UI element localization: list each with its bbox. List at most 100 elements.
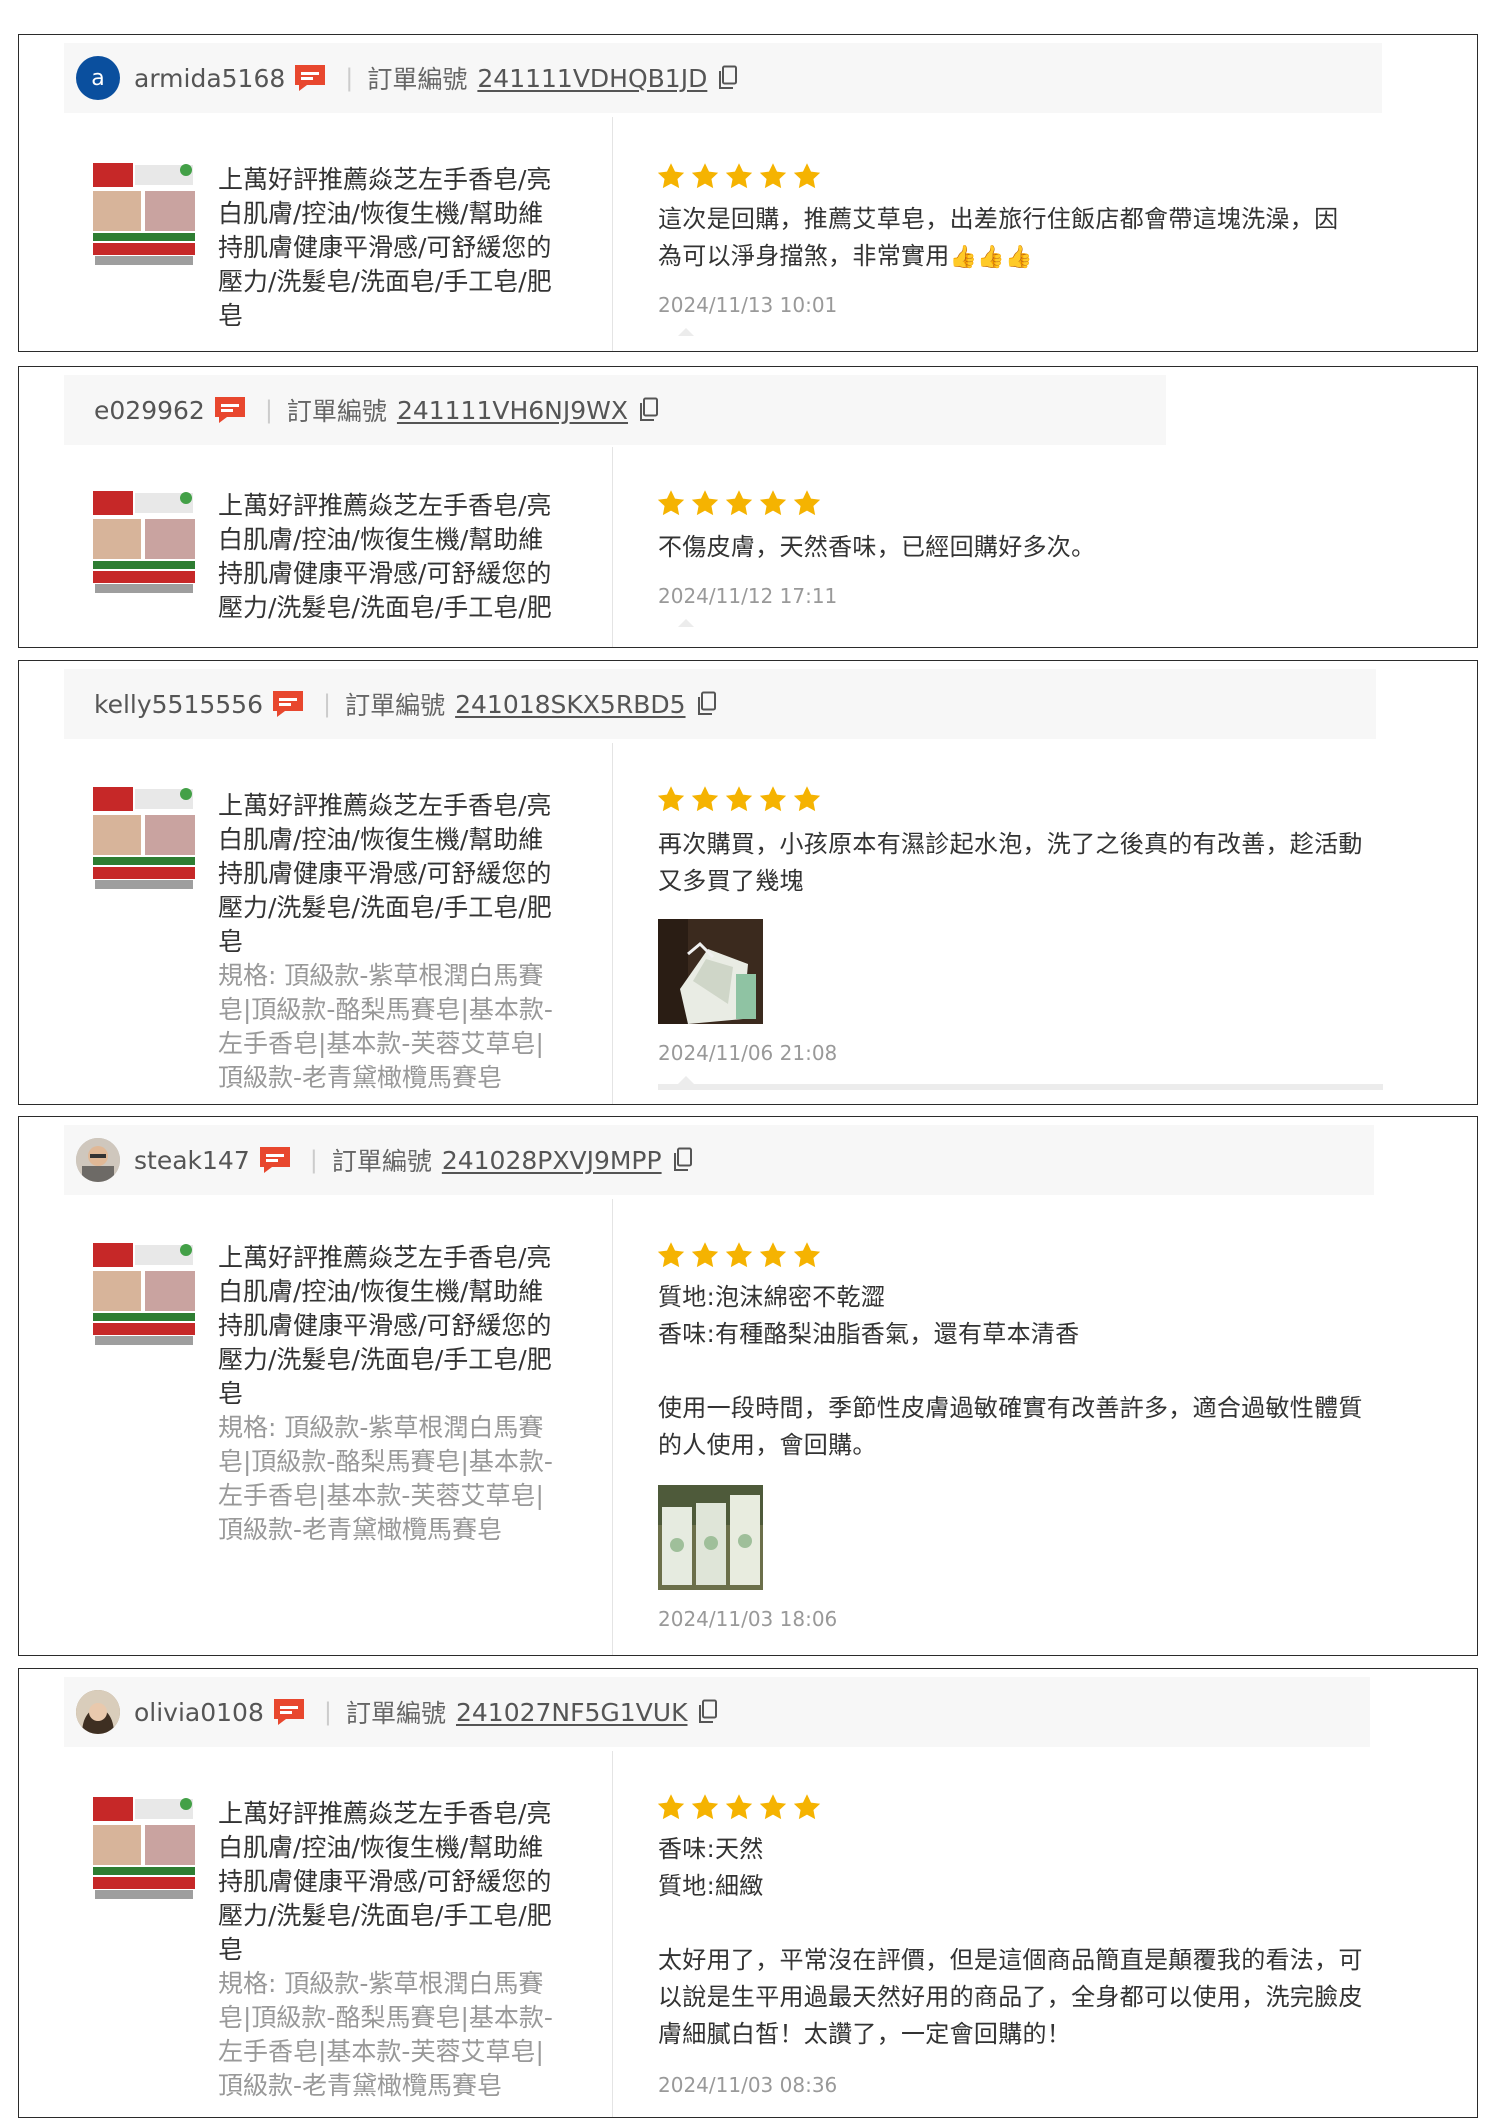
star-icon: [657, 786, 685, 812]
avatar[interactable]: [76, 1138, 120, 1182]
divider: |: [323, 690, 332, 718]
star-icon: [725, 1242, 753, 1268]
star-icon: [759, 1242, 787, 1268]
review-text: 不傷皮膚，天然香味，已經回購好多次。: [658, 533, 1096, 561]
product-name: 上萬好評推薦焱芝左手香皂/亮白肌膚/控油/恢復生機/幫助維持肌膚健康平滑感/可舒…: [218, 491, 552, 622]
avatar-letter: a: [91, 65, 105, 91]
review-text: 再次購買，小孩原本有濕診起水泡，洗了之後真的有改善，趁活動又多買了幾塊: [658, 830, 1363, 895]
order-label: 訂單編號: [345, 1699, 446, 1728]
thumbs-up-emoji: 👍👍👍: [949, 245, 1033, 270]
copy-icon[interactable]: [638, 397, 660, 423]
rating-stars: [656, 1793, 822, 1821]
star-icon: [725, 163, 753, 189]
chat-icon[interactable]: [272, 1697, 306, 1727]
review-header: e029962 | 訂單編號 241111VH6NJ9WX: [64, 375, 1166, 445]
column-divider: [612, 743, 613, 1104]
product-name: 上萬好評推薦焱芝左手香皂/亮白肌膚/控油/恢復生機/幫助維持肌膚健康平滑感/可舒…: [218, 1243, 552, 1408]
divider: |: [309, 1146, 318, 1174]
review-date: 2024/11/06 21:08: [658, 1041, 838, 1065]
review-date: 2024/11/13 10:01: [658, 293, 838, 317]
copy-icon[interactable]: [696, 691, 718, 717]
avatar[interactable]: a: [76, 56, 120, 100]
review-header: a armida5168 | 訂單編號 241111VDHQB1JD: [64, 43, 1382, 113]
username[interactable]: armida5168: [134, 64, 285, 93]
star-icon: [793, 786, 821, 812]
avatar-photo: [76, 1138, 120, 1182]
review-card: e029962 | 訂單編號 241111VH6NJ9WX 上萬好評推薦焱芝左手…: [18, 366, 1478, 648]
rating-stars: [656, 785, 822, 813]
order-id-link[interactable]: 241018SKX5RBD5: [455, 690, 685, 719]
chat-icon[interactable]: [213, 395, 247, 425]
star-icon: [793, 1242, 821, 1268]
review-card: a armida5168 | 訂單編號 241111VDHQB1JD 上萬好評推…: [18, 34, 1478, 352]
star-icon: [691, 490, 719, 516]
product-spec: 規格: 頂級款-紫草根潤白馬賽皂|頂級款-酪梨馬賽皂|基本款-左手香皂|基本款-…: [218, 961, 553, 1092]
star-icon: [759, 1794, 787, 1820]
rating-stars: [656, 489, 822, 517]
copy-icon[interactable]: [697, 1699, 719, 1725]
order-label: 訂單編號: [331, 1147, 432, 1176]
column-divider: [612, 447, 613, 647]
product-title[interactable]: 上萬好評推薦焱芝左手香皂/亮白肌膚/控油/恢復生機/幫助維持肌膚健康平滑感/可舒…: [218, 1241, 568, 1547]
order-id-link[interactable]: 241027NF5G1VUK: [456, 1698, 688, 1727]
username[interactable]: kelly5515556: [94, 690, 263, 719]
product-thumbnail[interactable]: [91, 1241, 197, 1347]
reply-pointer: [678, 619, 694, 627]
star-icon: [793, 163, 821, 189]
column-divider: [612, 117, 613, 351]
star-icon: [691, 1794, 719, 1820]
reply-pointer: [678, 328, 694, 336]
review-card: kelly5515556 | 訂單編號 241018SKX5RBD5 上萬好評推…: [18, 660, 1478, 1105]
product-spec: 規格: 頂級款-紫草根潤白馬賽皂|頂級款-酪梨馬賽皂|基本款-左手香皂|基本款-…: [218, 1413, 553, 1544]
product-thumbnail[interactable]: [91, 785, 197, 891]
chat-icon[interactable]: [293, 63, 327, 93]
product-title[interactable]: 上萬好評推薦焱芝左手香皂/亮白肌膚/控油/恢復生機/幫助維持肌膚健康平滑感/可舒…: [218, 489, 568, 625]
product-title[interactable]: 上萬好評推薦焱芝左手香皂/亮白肌膚/控油/恢復生機/幫助維持肌膚健康平滑感/可舒…: [218, 1797, 568, 2103]
chat-icon[interactable]: [271, 689, 305, 719]
review-date: 2024/11/12 17:11: [658, 584, 838, 608]
column-divider: [612, 1199, 613, 1655]
column-divider: [612, 1751, 613, 2117]
review-card: olivia0108 | 訂單編號 241027NF5G1VUK 上萬好評推薦焱…: [18, 1668, 1478, 2118]
order-label: 訂單編號: [286, 397, 387, 426]
copy-icon[interactable]: [672, 1147, 694, 1173]
rating-stars: [656, 162, 822, 190]
order-id-link[interactable]: 241028PXVJ9MPP: [442, 1146, 662, 1175]
product-name: 上萬好評推薦焱芝左手香皂/亮白肌膚/控油/恢復生機/幫助維持肌膚健康平滑感/可舒…: [218, 1799, 552, 1964]
product-name: 上萬好評推薦焱芝左手香皂/亮白肌膚/控油/恢復生機/幫助維持肌膚健康平滑感/可舒…: [218, 791, 552, 956]
review-text: 這次是回購，推薦艾草皂，出差旅行住飯店都會帶這塊洗澡，因為可以淨身擋煞，非常實用…: [658, 201, 1358, 276]
review-header: olivia0108 | 訂單編號 241027NF5G1VUK: [64, 1677, 1370, 1747]
star-icon: [759, 163, 787, 189]
divider: |: [264, 396, 273, 424]
product-title[interactable]: 上萬好評推薦焱芝左手香皂/亮白肌膚/控油/恢復生機/幫助維持肌膚健康平滑感/可舒…: [218, 789, 568, 1095]
product-thumbnail[interactable]: [91, 489, 197, 595]
star-icon: [691, 163, 719, 189]
star-icon: [657, 163, 685, 189]
product-thumbnail[interactable]: [91, 1795, 197, 1901]
review-photo[interactable]: [658, 919, 763, 1024]
chat-icon[interactable]: [258, 1145, 292, 1175]
review-date: 2024/11/03 18:06: [658, 1607, 838, 1631]
star-icon: [657, 1794, 685, 1820]
order-label: 訂單編號: [345, 691, 446, 720]
copy-icon[interactable]: [717, 65, 739, 91]
divider: |: [323, 1698, 332, 1726]
username[interactable]: e029962: [94, 396, 205, 425]
username[interactable]: steak147: [134, 1146, 250, 1175]
review-photo[interactable]: [658, 1485, 763, 1590]
order-label: 訂單編號: [367, 65, 468, 94]
order-id-link[interactable]: 241111VH6NJ9WX: [397, 396, 628, 425]
review-header: steak147 | 訂單編號 241028PXVJ9MPP: [64, 1125, 1374, 1195]
order-id-link[interactable]: 241111VDHQB1JD: [477, 64, 707, 93]
star-icon: [725, 490, 753, 516]
review-text: 質地:泡沫綿密不乾澀 香味:有種酪梨油脂香氣，還有草本清香 使用一段時間，季節性…: [658, 1283, 1363, 1459]
product-name: 上萬好評推薦焱芝左手香皂/亮白肌膚/控油/恢復生機/幫助維持肌膚健康平滑感/可舒…: [218, 165, 552, 330]
divider: |: [345, 64, 354, 92]
review-header: kelly5515556 | 訂單編號 241018SKX5RBD5: [64, 669, 1376, 739]
product-title[interactable]: 上萬好評推薦焱芝左手香皂/亮白肌膚/控油/恢復生機/幫助維持肌膚健康平滑感/可舒…: [218, 163, 568, 333]
star-icon: [725, 1794, 753, 1820]
username[interactable]: olivia0108: [134, 1698, 264, 1727]
star-icon: [793, 490, 821, 516]
product-thumbnail[interactable]: [91, 161, 197, 267]
avatar[interactable]: [76, 1690, 120, 1734]
